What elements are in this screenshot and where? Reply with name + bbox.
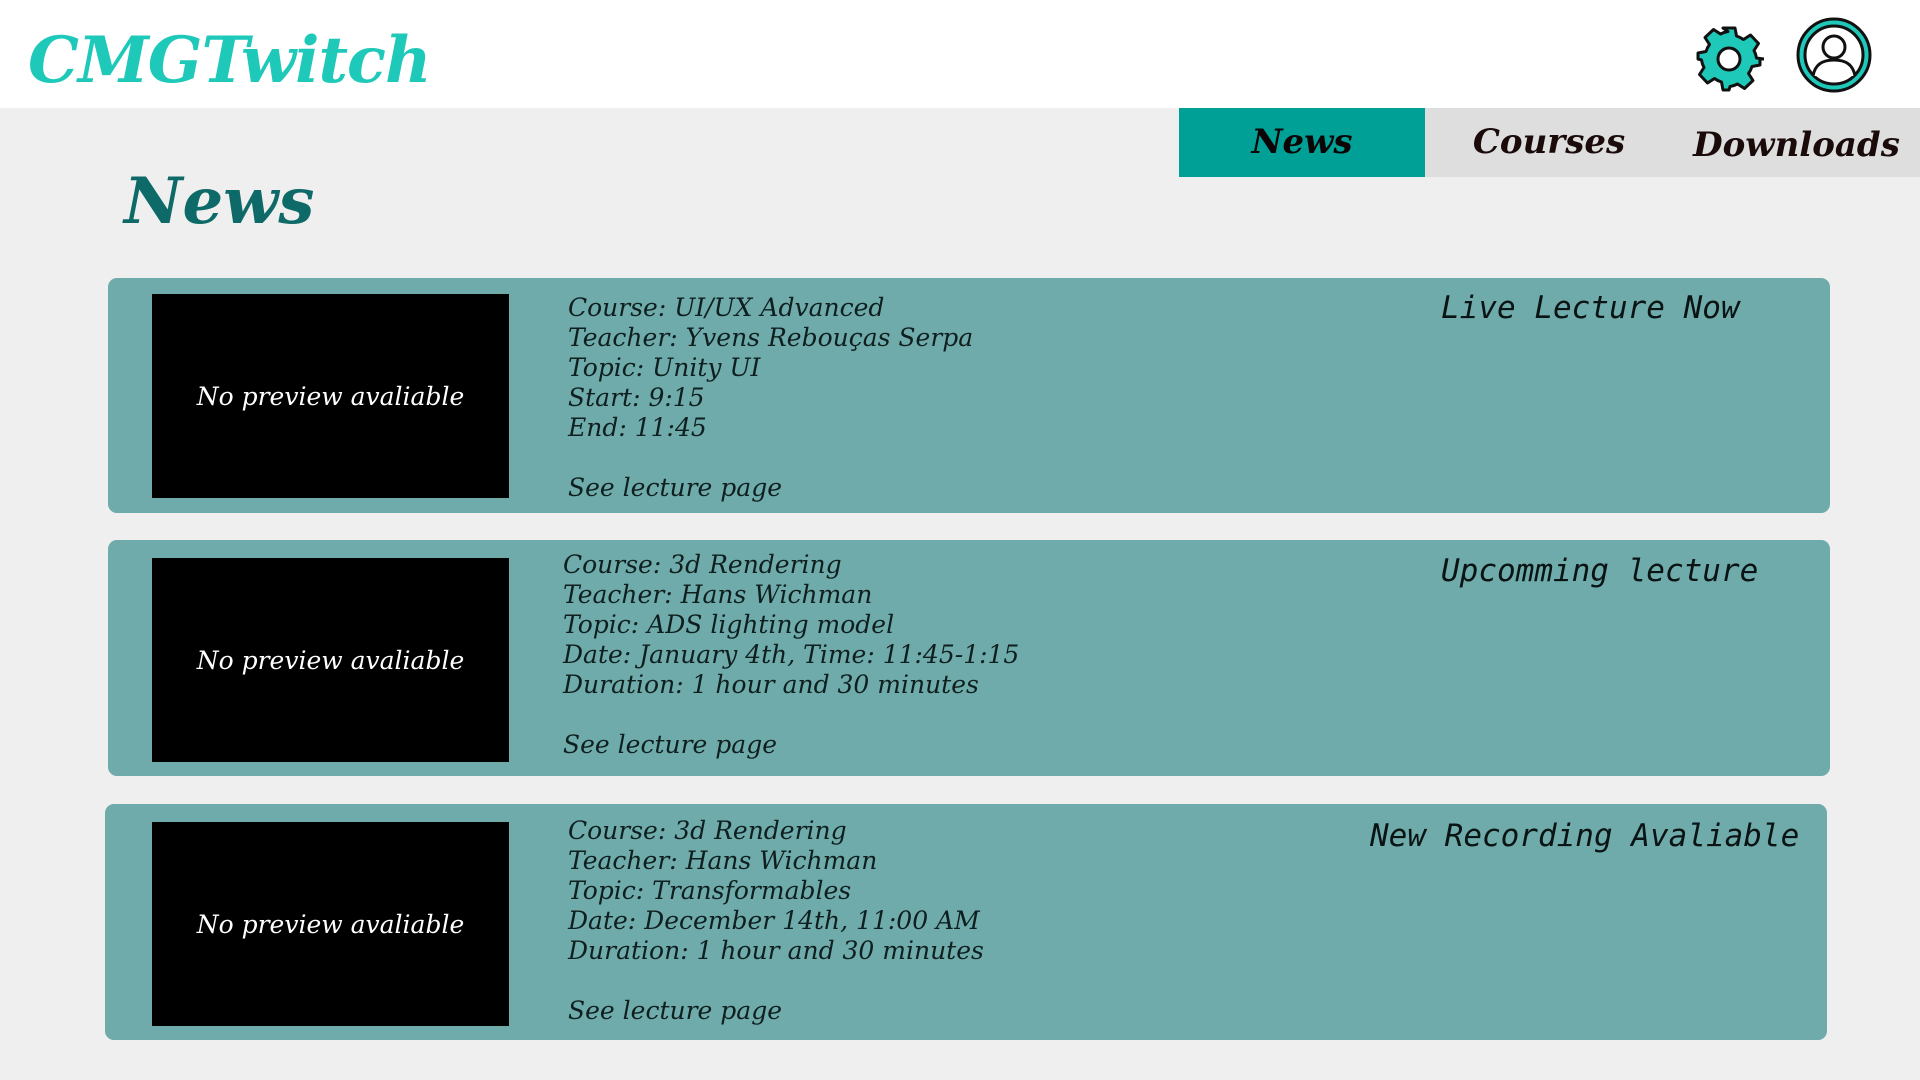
tab-downloads[interactable]: Downloads: [1673, 108, 1920, 177]
teacher-line: Teacher: Hans Wichman: [563, 580, 873, 609]
profile-button[interactable]: [1795, 16, 1873, 94]
status-label: New Recording Avaliable: [1370, 818, 1800, 854]
lecture-info: Course: 3d Rendering Teacher: Hans Wichm…: [568, 816, 984, 1026]
news-card-live: No preview avaliable Course: UI/UX Advan…: [108, 278, 1830, 513]
user-avatar-icon: [1796, 17, 1872, 93]
video-preview[interactable]: No preview avaliable: [152, 822, 509, 1026]
status-label: Live Lecture Now: [1441, 290, 1740, 326]
see-lecture-link[interactable]: See lecture page: [568, 996, 782, 1026]
end-line: End: 11:45: [568, 413, 707, 442]
video-preview[interactable]: No preview avaliable: [152, 294, 509, 498]
teacher-line: Teacher: Yvens Rebouças Serpa: [568, 323, 974, 352]
see-lecture-link[interactable]: See lecture page: [563, 730, 777, 760]
see-lecture-link[interactable]: See lecture page: [568, 473, 782, 503]
duration-line: Duration: 1 hour and 30 minutes: [563, 670, 979, 699]
lecture-info: Course: UI/UX Advanced Teacher: Yvens Re…: [568, 293, 973, 503]
course-line: Course: 3d Rendering: [568, 816, 847, 845]
status-label: Upcomming lecture: [1441, 553, 1759, 589]
main-nav: News Courses Downloads: [1179, 108, 1920, 177]
page-title: News: [124, 164, 315, 239]
topic-line: Topic: Transformables: [568, 876, 852, 905]
tab-news[interactable]: News: [1179, 108, 1425, 177]
topic-line: Topic: Unity UI: [568, 353, 761, 382]
course-line: Course: 3d Rendering: [563, 550, 842, 579]
news-card-upcoming: No preview avaliable Course: 3d Renderin…: [108, 540, 1830, 776]
duration-line: Duration: 1 hour and 30 minutes: [568, 936, 984, 965]
date-line: Date: December 14th, 11:00 AM: [568, 906, 980, 935]
app-logo[interactable]: CMGTwitch: [28, 22, 431, 100]
teacher-line: Teacher: Hans Wichman: [568, 846, 878, 875]
date-line: Date: January 4th, Time: 11:45-1:15: [563, 640, 1020, 669]
course-line: Course: UI/UX Advanced: [568, 293, 885, 322]
news-card-recording: No preview avaliable Course: 3d Renderin…: [105, 804, 1827, 1040]
gear-icon: [1696, 26, 1766, 92]
topic-line: Topic: ADS lighting model: [563, 610, 895, 639]
lecture-info: Course: 3d Rendering Teacher: Hans Wichm…: [563, 550, 1019, 760]
video-preview[interactable]: No preview avaliable: [152, 558, 509, 762]
top-bar: CMGTwitch: [0, 0, 1920, 108]
tab-courses[interactable]: Courses: [1425, 108, 1673, 177]
start-line: Start: 9:15: [568, 383, 705, 412]
settings-button[interactable]: [1694, 24, 1766, 94]
